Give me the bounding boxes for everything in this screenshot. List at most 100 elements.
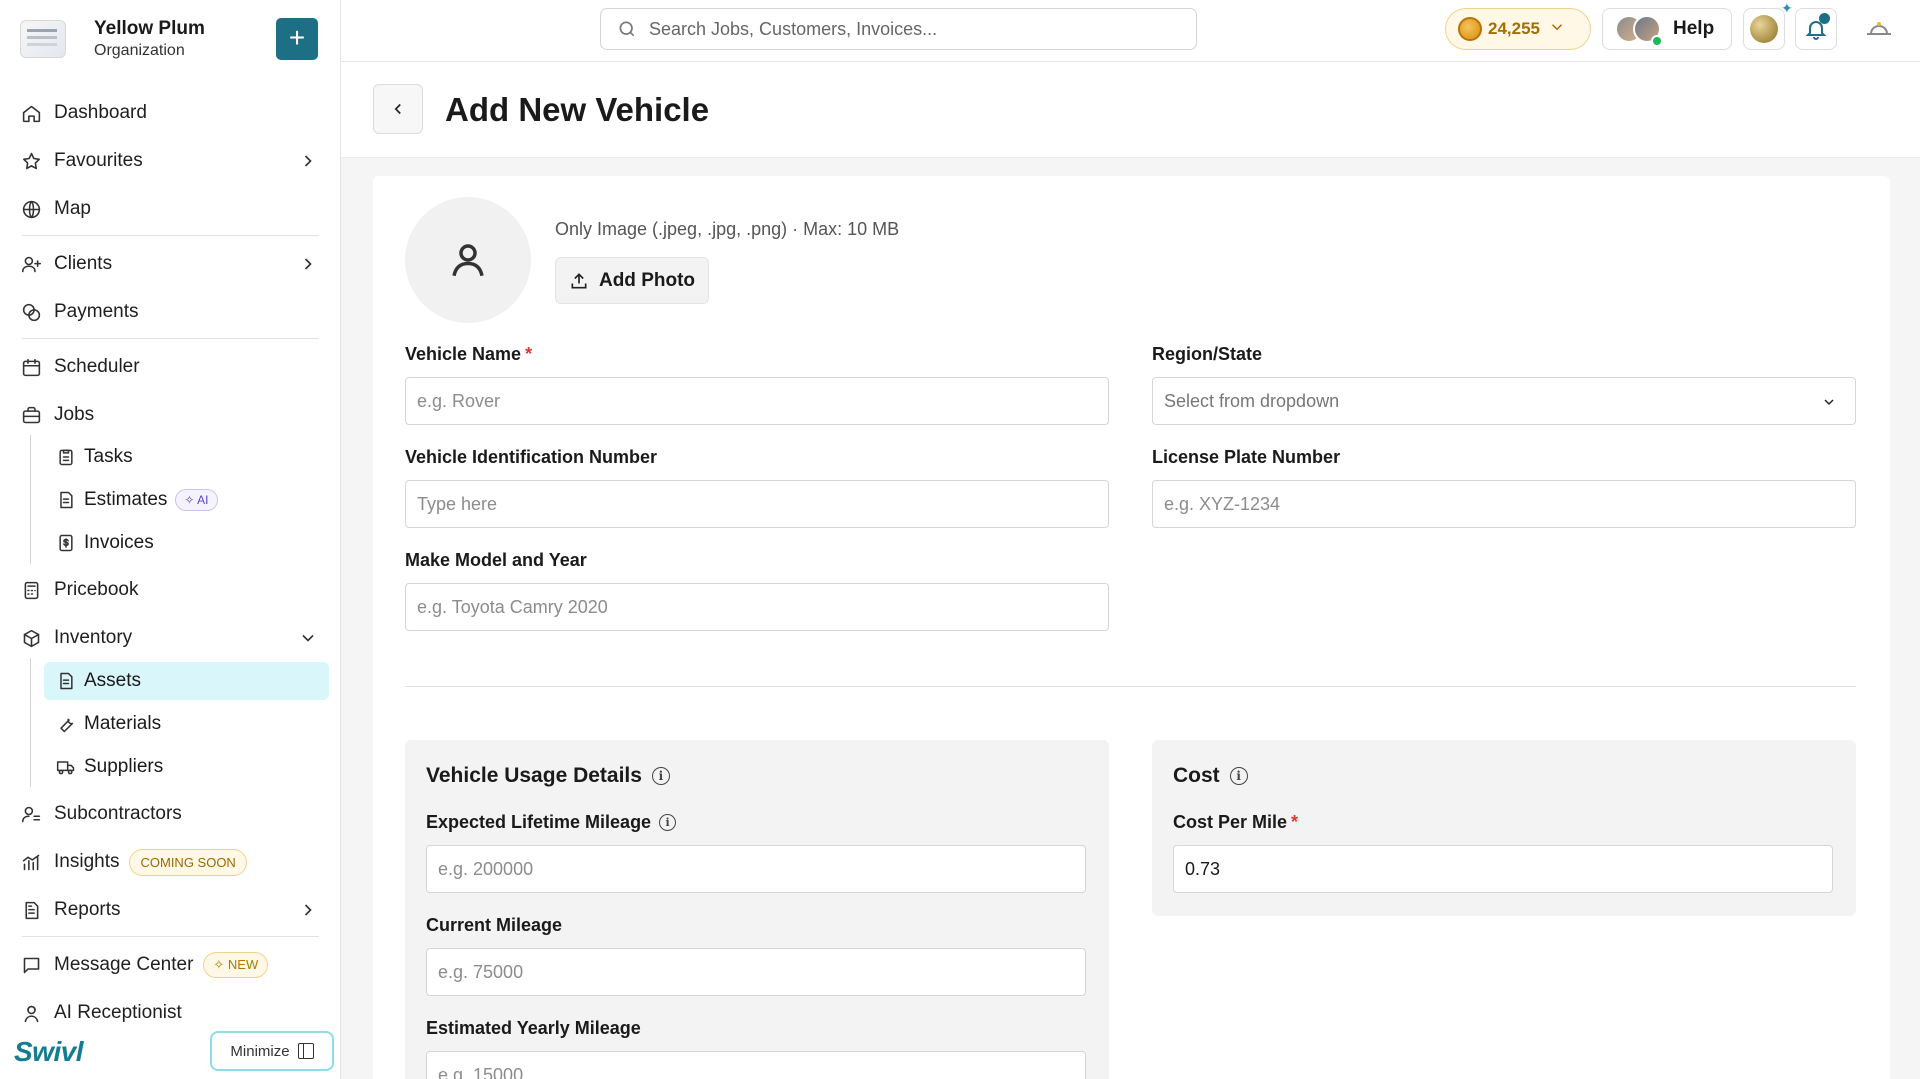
global-search[interactable]: Search Jobs, Customers, Invoices... bbox=[600, 8, 1197, 50]
sidebar-item-dashboard[interactable]: Dashboard bbox=[20, 95, 330, 131]
sidebar-item-estimates[interactable]: Estimates ✧ AI bbox=[44, 481, 329, 519]
chart-icon bbox=[20, 851, 42, 873]
sidebar-item-pricebook[interactable]: Pricebook bbox=[20, 572, 330, 608]
sidebar-item-label: Estimates bbox=[84, 489, 168, 510]
help-button[interactable]: Help bbox=[1602, 8, 1732, 50]
yearly-mileage-label: Estimated Yearly Mileage bbox=[426, 1018, 641, 1038]
sidebar-item-label: Invoices bbox=[84, 532, 154, 553]
license-plate-input[interactable] bbox=[1152, 480, 1856, 528]
brand-logo: Swivl bbox=[14, 1036, 84, 1067]
vehicle-usage-panel: Vehicle Usage Details i Expected Lifetime… bbox=[405, 740, 1109, 1079]
sidebar-item-inventory[interactable]: Inventory bbox=[20, 620, 330, 656]
cost-title: Cost i bbox=[1173, 764, 1248, 788]
notifications-button[interactable] bbox=[1795, 8, 1837, 50]
sidebar-item-invoices[interactable]: Invoices bbox=[44, 524, 329, 562]
sidebar-item-label: Clients bbox=[54, 253, 113, 274]
invoice-icon bbox=[56, 533, 76, 553]
info-icon[interactable]: i bbox=[651, 767, 670, 785]
upload-icon bbox=[571, 272, 587, 288]
wrench-icon bbox=[56, 714, 76, 734]
make-model-year-input[interactable] bbox=[405, 583, 1109, 631]
chevron-down-icon bbox=[298, 628, 318, 648]
info-icon[interactable]: i bbox=[1229, 767, 1248, 785]
chevron-down-icon bbox=[1540, 18, 1566, 41]
sidebar-item-label: Reports bbox=[54, 899, 121, 920]
coins-balance-button[interactable]: 24,255 bbox=[1445, 8, 1591, 50]
info-icon[interactable]: i bbox=[659, 814, 677, 831]
tree-line bbox=[30, 658, 31, 787]
chevron-left-icon bbox=[394, 103, 401, 115]
users-icon bbox=[20, 803, 42, 825]
sidebar-item-label: Pricebook bbox=[54, 579, 139, 600]
vin-input[interactable] bbox=[405, 480, 1109, 528]
sidebar-item-clients[interactable]: Clients bbox=[20, 246, 330, 282]
sparkle-icon: ✦ bbox=[1781, 0, 1793, 16]
sidebar-item-assets[interactable]: Assets bbox=[44, 662, 329, 700]
vehicle-name-label: Vehicle Name * bbox=[405, 344, 533, 364]
receptionist-icon bbox=[20, 1002, 42, 1024]
region-label: Region/State bbox=[1152, 344, 1263, 364]
payments-icon bbox=[20, 301, 42, 323]
sidebar-item-suppliers[interactable]: Suppliers bbox=[44, 748, 329, 786]
chevron-right-icon bbox=[298, 254, 318, 274]
vehicle-name-input[interactable] bbox=[405, 377, 1109, 425]
add-photo-button[interactable]: Add Photo bbox=[555, 257, 709, 304]
sidebar-item-scheduler[interactable]: Scheduler bbox=[20, 349, 330, 385]
user-icon bbox=[452, 244, 484, 277]
message-icon bbox=[20, 954, 42, 976]
home-icon bbox=[20, 102, 42, 124]
sidebar-divider bbox=[22, 936, 319, 937]
sidebar-item-favourites[interactable]: Favourites bbox=[20, 143, 330, 179]
region-select[interactable]: Select from dropdown bbox=[1152, 377, 1856, 425]
globe-icon bbox=[20, 198, 42, 220]
organization-logo bbox=[20, 20, 66, 58]
sidebar-item-map[interactable]: Map bbox=[20, 191, 330, 227]
sidebar-item-label: AI Receptionist bbox=[54, 1002, 182, 1023]
main-content: Only Image (.jpeg, .jpg, .png) · Max: 10… bbox=[341, 158, 1920, 1079]
search-icon bbox=[619, 21, 635, 37]
sidebar-divider bbox=[22, 338, 319, 339]
organization-switcher[interactable]: Yellow Plum Organization + bbox=[20, 16, 330, 62]
notification-dot bbox=[1819, 13, 1830, 24]
sidebar-item-payments[interactable]: Payments bbox=[20, 294, 330, 330]
sidebar-item-tasks[interactable]: Tasks bbox=[44, 438, 329, 476]
sidebar-item-label: Insights bbox=[54, 851, 120, 872]
create-new-button[interactable]: + bbox=[276, 18, 318, 60]
sidebar-item-ai-receptionist[interactable]: AI Receptionist bbox=[20, 995, 330, 1031]
report-icon bbox=[20, 899, 42, 921]
weather-icon[interactable] bbox=[1865, 20, 1893, 36]
sidebar-item-jobs[interactable]: Jobs bbox=[20, 397, 330, 433]
current-mileage-input[interactable] bbox=[426, 948, 1086, 996]
sidebar-item-insights[interactable]: Insights COMING SOON bbox=[20, 844, 330, 880]
vehicle-usage-title: Vehicle Usage Details i bbox=[426, 764, 670, 788]
chevron-right-icon bbox=[298, 151, 318, 171]
organization-subtitle: Organization bbox=[94, 41, 185, 59]
calculator-icon bbox=[20, 579, 42, 601]
sidebar-item-label: Favourites bbox=[54, 150, 143, 171]
sidebar-item-label: Jobs bbox=[54, 404, 95, 425]
truck-icon bbox=[56, 757, 76, 777]
search-input[interactable]: Search Jobs, Customers, Invoices... bbox=[649, 19, 937, 40]
current-mileage-label: Current Mileage bbox=[426, 915, 563, 935]
back-button[interactable] bbox=[373, 84, 423, 134]
chevron-right-icon bbox=[298, 900, 318, 920]
yearly-mileage-input[interactable] bbox=[426, 1051, 1086, 1079]
vin-label: Vehicle Identification Number bbox=[405, 447, 658, 467]
minimize-sidebar-button[interactable]: Minimize bbox=[210, 1031, 334, 1071]
sidebar-item-label: Assets bbox=[84, 670, 142, 691]
minimize-label: Minimize bbox=[230, 1042, 290, 1060]
sidebar-toggle-icon bbox=[297, 1043, 314, 1059]
sidebar-item-materials[interactable]: Materials bbox=[44, 705, 329, 743]
online-indicator bbox=[1651, 35, 1663, 47]
cost-per-mile-input[interactable] bbox=[1173, 845, 1833, 893]
box-icon bbox=[20, 627, 42, 649]
lifetime-mileage-input[interactable] bbox=[426, 845, 1086, 893]
sidebar-item-reports[interactable]: Reports bbox=[20, 892, 330, 928]
sidebar-item-label: Scheduler bbox=[54, 356, 140, 377]
sidebar-item-subcontractors[interactable]: Subcontractors bbox=[20, 796, 330, 832]
document-icon bbox=[56, 671, 76, 691]
region-select-value: Select from dropdown bbox=[1164, 390, 1340, 411]
profile-button[interactable] bbox=[1743, 8, 1785, 50]
sidebar-item-message-center[interactable]: Message Center ✧ NEW bbox=[20, 947, 330, 983]
clipboard-icon bbox=[56, 447, 76, 467]
